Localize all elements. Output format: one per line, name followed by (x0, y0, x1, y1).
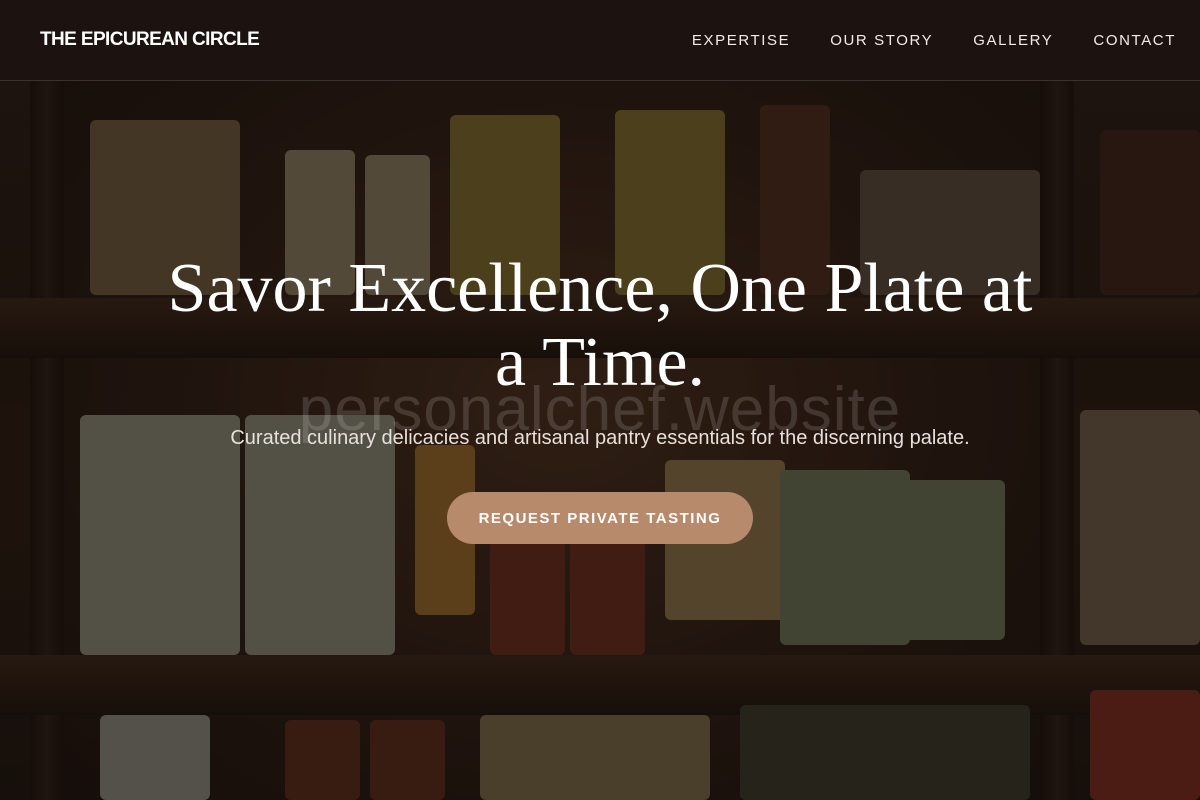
site-header: THE EPICUREAN CIRCLE EXPERTISE OUR STORY… (0, 0, 1200, 81)
hero-content: Savor Excellence, One Plate at a Time. (0, 252, 1200, 400)
nav-gallery[interactable]: GALLERY (973, 32, 1053, 49)
main-nav: EXPERTISE OUR STORY GALLERY CONTACT (692, 32, 1176, 49)
request-private-tasting-button[interactable]: REQUEST PRIVATE TASTING (447, 492, 753, 544)
nav-expertise[interactable]: EXPERTISE (692, 32, 790, 49)
hero-subtitle: Curated culinary delicacies and artisana… (230, 427, 970, 449)
nav-contact[interactable]: CONTACT (1093, 32, 1176, 49)
hero-headline: Savor Excellence, One Plate at a Time. (167, 250, 1033, 401)
nav-our-story[interactable]: OUR STORY (830, 32, 933, 49)
brand-logo[interactable]: THE EPICUREAN CIRCLE (40, 29, 260, 51)
